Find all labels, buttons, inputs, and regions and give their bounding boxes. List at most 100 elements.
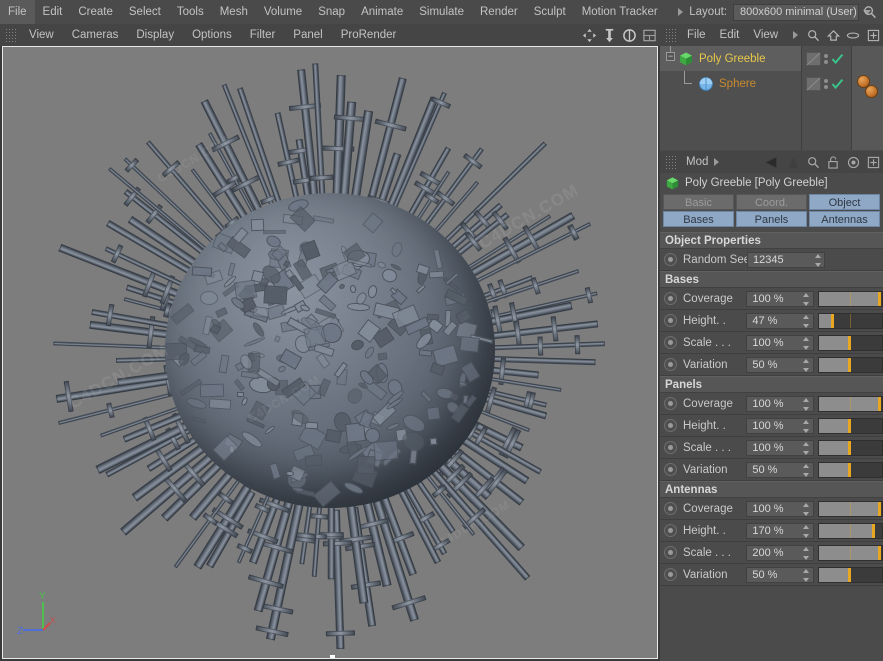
target-icon[interactable]	[844, 153, 862, 171]
menu-item-simulate[interactable]: Simulate	[411, 0, 472, 24]
menu-item-tools[interactable]: Tools	[169, 0, 212, 24]
variation-slider[interactable]	[817, 356, 883, 373]
spinner-icon[interactable]	[803, 568, 810, 582]
variation-input[interactable]: 50 %	[746, 566, 814, 583]
panel-grip-icon[interactable]	[5, 28, 17, 42]
scale-input[interactable]: 100 %	[746, 334, 814, 351]
chevron-right-icon[interactable]	[714, 158, 720, 166]
menu-item-motion-tracker[interactable]: Motion Tracker	[574, 0, 666, 24]
object-menu-item-file[interactable]: File	[680, 24, 713, 46]
viewport-resize-handle[interactable]	[330, 655, 335, 658]
spinner-icon[interactable]	[814, 253, 821, 267]
height-input[interactable]: 170 %	[746, 522, 814, 539]
viewport-menu-item-prorender[interactable]: ProRender	[332, 24, 406, 46]
animation-track-button[interactable]	[664, 463, 677, 476]
spinner-icon[interactable]	[803, 463, 810, 477]
coverage-slider[interactable]	[817, 395, 883, 412]
height-slider[interactable]	[817, 522, 883, 539]
tab-object[interactable]: Object	[809, 194, 880, 210]
search-icon[interactable]	[804, 153, 822, 171]
menu-item-snap[interactable]: Snap	[310, 0, 353, 24]
home-icon[interactable]	[824, 26, 842, 44]
viewport-menu-item-panel[interactable]: Panel	[284, 24, 331, 46]
menu-item-mesh[interactable]: Mesh	[212, 0, 256, 24]
tab-antennas[interactable]: Antennas	[809, 211, 880, 227]
search-icon[interactable]	[861, 3, 879, 21]
scale-slider[interactable]	[817, 334, 883, 351]
enabled-check-icon[interactable]	[831, 78, 844, 90]
variation-slider[interactable]	[817, 461, 883, 478]
spinner-icon[interactable]	[803, 292, 810, 306]
animation-track-button[interactable]	[664, 502, 677, 515]
animation-track-button[interactable]	[664, 314, 677, 327]
animation-track-button[interactable]	[664, 568, 677, 581]
visibility-dots-icon[interactable]	[824, 53, 828, 64]
scale-slider[interactable]	[817, 544, 883, 561]
menu-item-volume[interactable]: Volume	[256, 0, 310, 24]
scale-input[interactable]: 100 %	[746, 439, 814, 456]
new-tab-icon[interactable]	[864, 153, 882, 171]
chevron-right-icon[interactable]	[678, 8, 684, 16]
viewport-menu-item-filter[interactable]: Filter	[241, 24, 285, 46]
animation-track-button[interactable]	[664, 397, 677, 410]
viewport-layout-icon[interactable]	[640, 26, 658, 44]
menu-item-animate[interactable]: Animate	[353, 0, 411, 24]
expand-collapse-toggle[interactable]: −	[666, 52, 675, 61]
eye-icon[interactable]	[844, 26, 862, 44]
spinner-icon[interactable]	[803, 419, 810, 433]
coverage-input[interactable]: 100 %	[746, 290, 814, 307]
spinner-icon[interactable]	[803, 524, 810, 538]
height-slider[interactable]	[817, 312, 883, 329]
chevron-right-icon[interactable]	[793, 31, 798, 39]
render-toggle-icon[interactable]	[806, 51, 821, 66]
object-flags-row[interactable]	[802, 71, 851, 96]
height-input[interactable]: 47 %	[746, 312, 814, 329]
enabled-check-icon[interactable]	[831, 53, 844, 65]
viewport-3d[interactable]: C4DCN.COM C4DCN.COM C4DCN.COM C4DCN.COM …	[2, 46, 658, 659]
visibility-dots-icon[interactable]	[824, 78, 828, 89]
spinner-icon[interactable]	[803, 397, 810, 411]
move-icon[interactable]	[580, 26, 598, 44]
coverage-input[interactable]: 100 %	[746, 500, 814, 517]
height-slider[interactable]	[817, 417, 883, 434]
object-visibility-column[interactable]	[802, 46, 852, 150]
new-tab-icon[interactable]	[864, 26, 882, 44]
variation-input[interactable]: 50 %	[746, 356, 814, 373]
animation-track-button[interactable]	[664, 419, 677, 432]
animation-track-button[interactable]	[664, 358, 677, 371]
object-tag-column[interactable]	[852, 46, 883, 150]
scale-icon[interactable]	[600, 26, 618, 44]
spinner-icon[interactable]	[803, 336, 810, 350]
tab-bases[interactable]: Bases	[663, 211, 734, 227]
forward-arrow-icon[interactable]	[784, 153, 802, 171]
back-arrow-icon[interactable]	[764, 153, 782, 171]
coverage-slider[interactable]	[817, 500, 883, 517]
menu-item-select[interactable]: Select	[121, 0, 169, 24]
render-toggle-icon[interactable]	[806, 76, 821, 91]
tab-panels[interactable]: Panels	[736, 211, 807, 227]
animation-track-button[interactable]	[664, 546, 677, 559]
animation-track-button[interactable]	[664, 524, 677, 537]
tab-basic[interactable]: Basic	[663, 194, 734, 210]
search-icon[interactable]	[804, 26, 822, 44]
animation-track-button[interactable]	[664, 441, 677, 454]
spinner-icon[interactable]	[803, 314, 810, 328]
variation-slider[interactable]	[817, 566, 883, 583]
animation-track-button[interactable]	[664, 253, 677, 266]
menu-item-render[interactable]: Render	[472, 0, 526, 24]
spinner-icon[interactable]	[803, 358, 810, 372]
viewport-menu-item-cameras[interactable]: Cameras	[63, 24, 128, 46]
viewport-menu-item-display[interactable]: Display	[127, 24, 183, 46]
object-flags-row[interactable]	[802, 46, 851, 71]
panel-grip-icon[interactable]	[665, 28, 677, 42]
tab-coord[interactable]: Coord.	[736, 194, 807, 210]
object-tree-row[interactable]: Sphere	[660, 71, 801, 96]
animation-track-button[interactable]	[664, 292, 677, 305]
randomseed-input[interactable]: 12345	[747, 251, 825, 268]
viewport-menu-item-view[interactable]: View	[20, 24, 63, 46]
spinner-icon[interactable]	[803, 546, 810, 560]
variation-input[interactable]: 50 %	[746, 461, 814, 478]
viewport-menu-item-options[interactable]: Options	[183, 24, 241, 46]
rotate-icon[interactable]	[620, 26, 638, 44]
coverage-slider[interactable]	[817, 290, 883, 307]
